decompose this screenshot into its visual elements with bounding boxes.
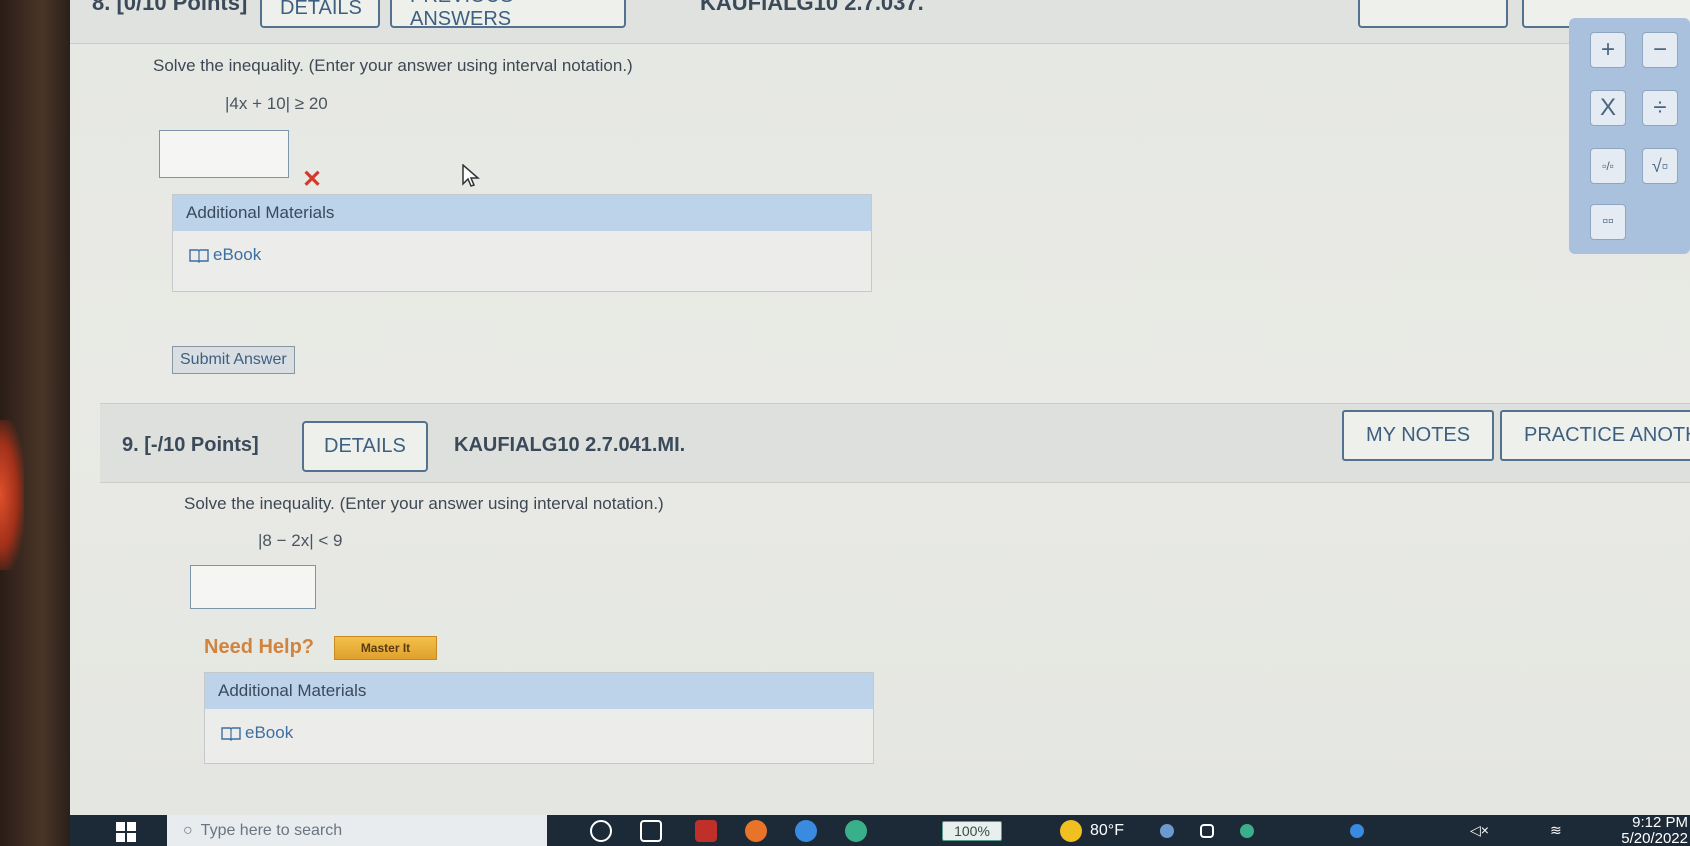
volume-icon[interactable]: ◁× [1470,822,1489,839]
book-icon [189,248,209,263]
q9-points: 9. [-/10 Points] [122,434,259,457]
cortana-icon[interactable] [590,820,612,842]
edge-icon[interactable] [845,820,867,842]
tray-icon[interactable] [1240,824,1254,838]
q9-details-button[interactable]: DETAILS [302,421,428,472]
q9-points-label: [-/10 Points] [144,434,259,456]
q9-header: 9. [-/10 Points] DETAILS KAUFIALG10 2.7.… [100,403,1690,483]
firefox-icon[interactable] [745,820,767,842]
windows-start-icon[interactable] [115,821,137,843]
q8-answer-input[interactable] [159,130,289,178]
additional-materials-title: Additional Materials [173,195,871,231]
wrong-answer-icon: ✕ [302,166,323,193]
q8-points: 8. [0/10 Points] [92,0,248,15]
q8-inequality: |4x + 10| ≥ 20 [225,94,328,113]
additional-materials-title: Additional Materials [205,673,873,709]
task-view-icon[interactable] [640,820,662,842]
netflix-icon[interactable] [695,820,717,842]
windows-taskbar: ○ Type here to search 100% 80°F ◁× ≋ 9:1… [70,815,1690,846]
q8-details-button[interactable]: DETAILS [260,0,380,28]
my-notes-button[interactable]: MY NOTES [1342,410,1495,461]
clock-date: 5/20/2022 [1621,830,1688,846]
practice-another-button[interactable]: PRACTICE ANOTH [1500,410,1690,461]
ebook-label: eBook [245,723,294,742]
q8-my-notes-button[interactable] [1358,0,1508,28]
wifi-icon[interactable]: ≋ [1550,822,1562,839]
window-icon[interactable] [1200,824,1214,838]
chrome-icon[interactable] [795,820,817,842]
battery-indicator[interactable]: 100% [942,821,1002,841]
search-icon: ○ [183,821,193,839]
book-icon [221,726,241,741]
mouse-cursor-icon [462,164,480,187]
q9-prompt: Solve the inequality. (Enter your answer… [184,494,664,513]
q8-header: 8. [0/10 Points] DETAILS PREVIOUS ANSWER… [70,0,1690,44]
webassign-page: 8. [0/10 Points] DETAILS PREVIOUS ANSWER… [70,0,1690,815]
ebook-link[interactable]: eBook [173,231,871,279]
exponent-button[interactable]: ▫▫ [1590,204,1626,240]
multiply-button[interactable]: X [1590,90,1626,126]
weather-icon [1060,820,1082,842]
q8-code: KAUFIALG10 2.7.037. [700,0,924,15]
clock-time: 9:12 PM [1632,814,1688,831]
fraction-button[interactable]: ▫/▫ [1590,148,1626,184]
q9-number: 9. [122,434,139,456]
ebook-label: eBook [213,245,262,264]
divide-button[interactable]: ÷ [1642,90,1678,126]
need-help-label: Need Help? [204,636,315,658]
q9-code: KAUFIALG10 2.7.041.MI. [454,434,686,456]
ebook-link[interactable]: eBook [205,709,873,757]
plus-button[interactable]: + [1590,32,1626,68]
q8-previous-answers-button[interactable]: PREVIOUS ANSWERS [390,0,626,30]
taskbar-search[interactable]: ○ Type here to search [167,815,547,846]
q8-prompt: Solve the inequality. (Enter your answer… [153,56,633,75]
q8-additional-materials: Additional Materials eBook [172,194,872,292]
q9-inequality: |8 − 2x| < 9 [258,531,343,550]
submit-answer-button[interactable]: Submit Answer [172,346,295,374]
search-placeholder: Type here to search [200,821,343,839]
background-light [0,420,24,570]
q9-additional-materials: Additional Materials eBook [204,672,874,764]
temperature[interactable]: 80°F [1090,822,1124,840]
master-it-button[interactable]: Master It [334,636,437,660]
q9-answer-input[interactable] [190,565,316,609]
minus-button[interactable]: − [1642,32,1678,68]
skype-icon[interactable] [1160,824,1174,838]
bluetooth-icon[interactable] [1350,824,1364,838]
math-palette: + − X ÷ ▫/▫ √▫ ▫▫ [1569,18,1690,254]
system-clock[interactable]: 9:12 PM 5/20/2022 [1621,815,1690,846]
sqrt-button[interactable]: √▫ [1642,148,1678,184]
